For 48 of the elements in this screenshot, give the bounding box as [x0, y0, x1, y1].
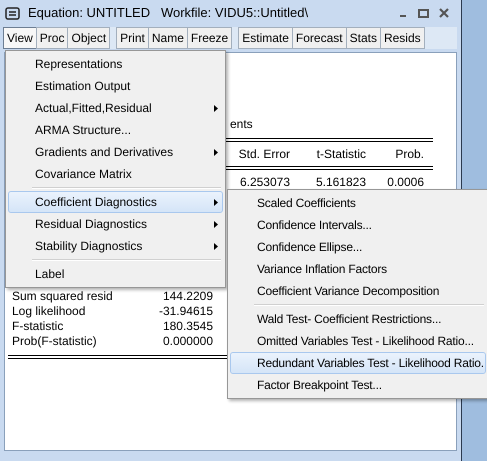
menu-item[interactable]: Gradients and Derivatives: [8, 141, 223, 163]
stat-label: Sum squared resid: [12, 289, 113, 304]
menu-item[interactable]: Residual Diagnostics: [8, 213, 223, 235]
heading-text: ents: [230, 117, 253, 132]
menu-item[interactable]: Covariance Matrix: [8, 163, 223, 185]
menu-item[interactable]: Stability Diagnostics: [8, 235, 223, 257]
toolbar-button[interactable]: Freeze: [186, 27, 232, 49]
window-title: Equation: UNTITLED Workfile: VIDU5::Untitled\: [28, 4, 308, 22]
window-menu-icon[interactable]: [5, 6, 20, 20]
toolbar-button[interactable]: Forecast: [292, 27, 347, 49]
menu-item[interactable]: Label: [8, 263, 223, 285]
menu-item[interactable]: Scaled Coefficients: [230, 192, 486, 214]
menu-item[interactable]: Coefficient Diagnostics: [8, 191, 223, 213]
menu-item[interactable]: Representations: [8, 53, 223, 75]
toolbar-button[interactable]: Print: [116, 27, 149, 49]
table-cell-text: 5.161823: [314, 174, 366, 191]
toolbar-button[interactable]: View: [3, 27, 37, 49]
menu-item[interactable]: Wald Test- Coefficient Restrictions...: [230, 308, 486, 330]
column-header: Std. Error: [238, 146, 290, 163]
menu-item[interactable]: Estimation Output: [8, 75, 223, 97]
stat-label: F-statistic: [12, 319, 64, 334]
column-header: Prob.: [394, 146, 424, 163]
stat-value: 0.000000: [162, 334, 213, 349]
menu-item[interactable]: Variance Inflation Factors: [230, 258, 486, 280]
toolbar-button[interactable]: Stats: [346, 27, 381, 49]
menu-item[interactable]: Actual,Fitted,Residual: [8, 97, 223, 119]
column-header: t-Statistic: [316, 146, 366, 163]
maximize-icon[interactable]: [418, 8, 429, 18]
stat-value: -31.94615: [158, 304, 213, 319]
table-cell-text: 6.253073: [238, 174, 290, 191]
menu-item[interactable]: Redundant Variables Test - Likelihood Ratio.: [230, 352, 486, 374]
stat-label: Prob(F-statistic): [12, 334, 97, 349]
stat-label: Log likelihood: [12, 304, 86, 319]
toolbar-button[interactable]: Proc: [36, 27, 68, 49]
menu-item[interactable]: ARMA Structure...: [8, 119, 223, 141]
toolbar-button[interactable]: Object: [67, 27, 110, 49]
toolbar-button[interactable]: Estimate: [238, 27, 293, 49]
table-cell-text: 0.0006: [386, 174, 424, 191]
toolbar-button[interactable]: Name: [148, 27, 188, 49]
stat-value: 180.3545: [162, 319, 213, 334]
close-icon[interactable]: [439, 8, 449, 18]
menu-item[interactable]: Confidence Ellipse...: [230, 236, 486, 258]
toolbar-button[interactable]: Resids: [380, 27, 425, 49]
menu-item[interactable]: Confidence Intervals...: [230, 214, 486, 236]
menu-item[interactable]: Factor Breakpoint Test...: [230, 374, 486, 396]
stat-value: 144.2209: [162, 289, 213, 304]
menu-item[interactable]: Omitted Variables Test - Likelihood Ratio...: [230, 330, 486, 352]
menu-item[interactable]: Coefficient Variance Decomposition: [230, 280, 486, 302]
